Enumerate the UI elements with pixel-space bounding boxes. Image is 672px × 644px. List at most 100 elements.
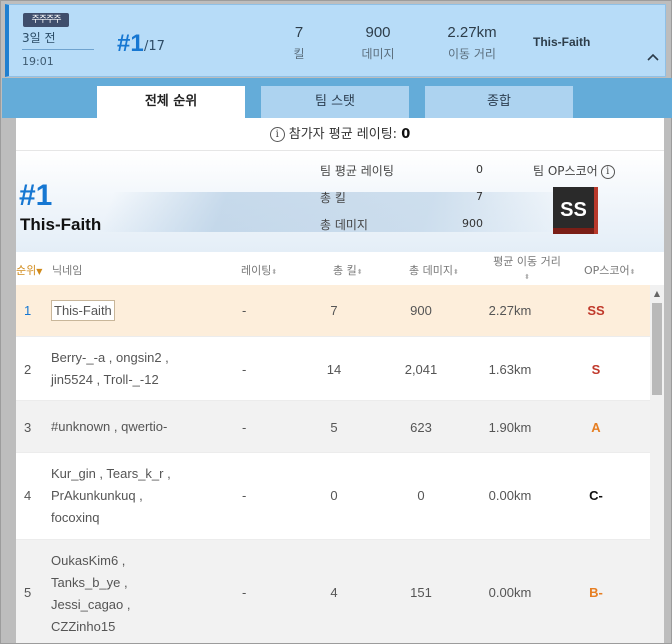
row-names: #unknown , qwertio- [51,416,167,438]
header-rating[interactable]: 레이팅⬍ [241,262,277,278]
vertical-scrollbar[interactable]: ▲ [650,285,664,643]
player-link[interactable]: OukasKim6 , [51,550,131,572]
sort-icon: ⬍ [356,268,363,276]
row-names: This-Faith [51,300,115,322]
damage-stat: 900 데미지 [353,24,403,62]
row-distance: 1.90km [488,420,532,435]
tab-team-stats[interactable]: 팀 스탯 [261,86,409,118]
rank-panel: i 참가자 평균 레이팅: 0 #1 This-Faith 팀 평균 레이팅 0 … [16,118,664,643]
row-rating: - [242,303,247,318]
distance-stat: 2.27km 이동 거리 [437,24,507,62]
team-damage-label: 총 데미지 [320,218,368,232]
row-rank: 4 [24,488,32,503]
row-op-score: A [591,420,601,435]
player-link[interactable]: jin5524 , Troll-_-12 [51,369,169,391]
header-name: 닉네임 [52,264,83,277]
row-rank: 3 [24,420,32,435]
kills-stat: 7 킬 [279,24,319,62]
match-rank-total: /17 [144,39,165,54]
tab-overall-rank[interactable]: 전체 순위 [97,86,245,118]
team-rank: #1 [19,179,53,212]
player-link[interactable]: PrAkunkunkuq , [51,485,171,507]
row-damage: 623 [410,420,432,435]
row-kills: 7 [330,303,338,318]
team-op-score-label: 팀 OP스코어 [533,164,598,178]
table-row[interactable]: 2 Berry-_-a , ongsin2 , jin5524 , Troll-… [16,337,650,401]
match-time: 19:01 [22,55,54,68]
match-summary[interactable]: 주주주주 3일 전 19:01 #1 /17 7 킬 900 데미지 2.27k… [5,4,666,77]
distance-value: 2.27km [447,24,497,41]
row-rating: - [242,585,247,600]
team-damage-value: 900 [462,217,483,230]
player-link[interactable]: This-Faith [51,300,115,321]
player-link[interactable]: #unknown , qwertio- [51,416,167,438]
row-op-score: S [591,362,601,377]
player-link[interactable]: Berry-_-a , ongsin2 , [51,347,169,369]
table-row[interactable]: 5 OukasKim6 , Tanks_b_ye , Jessi_cagao ,… [16,540,650,643]
sort-desc-icon: ▼ [36,267,43,276]
row-kills: 5 [330,420,338,435]
row-damage: 900 [410,303,432,318]
header-damage[interactable]: 총 데미지⬍ [409,262,459,278]
match-frame: 주주주주 3일 전 19:01 #1 /17 7 킬 900 데미지 2.27k… [0,0,672,644]
player-link[interactable]: CZZinho15 [51,616,131,638]
header-distance-label: 평균 이동 거리 [493,255,561,268]
info-icon[interactable]: i [600,164,615,179]
row-damage: 151 [410,585,432,600]
row-distance: 1.63km [488,362,532,377]
row-distance: 2.27km [488,303,532,318]
average-rating-label: 참가자 평균 레이팅: [288,127,398,142]
kills-label: 킬 [293,47,305,61]
info-icon[interactable]: i [269,127,285,142]
row-damage: 2,041 [404,362,438,377]
header-op-label: OP스코어 [584,264,630,277]
row-rating: - [242,362,247,377]
row-rank: 2 [24,362,32,377]
kills-value: 7 [294,24,304,41]
header-rank[interactable]: 순위▼ [16,262,42,278]
player-link[interactable]: Jessi_cagao , [51,594,131,616]
table-header: 순위▼ 닉네임 레이팅⬍ 총 킬⬍ 총 데미지⬍ 평균 이동 거리 ⬍ OP스코어… [16,252,664,285]
row-rank: 1 [24,303,32,318]
table-row[interactable]: 4 Kur_gin , Tears_k_r , PrAkunkunkuq , f… [16,453,650,540]
team-op-score-title: 팀 OP스코어 i [533,162,615,179]
match-rank: #1 [117,30,144,57]
mode-badge: 주주주주 [23,13,69,27]
average-rating: i 참가자 평균 레이팅: 0 [16,118,664,151]
row-op-score: SS [587,303,605,318]
op-grade-badge: SS [553,187,598,234]
match-ago: 3일 전 [22,31,56,45]
row-rating: - [242,488,247,503]
table-row[interactable]: 3 #unknown , qwertio- - 5 623 1.90km A [16,401,650,453]
row-names: Berry-_-a , ongsin2 , jin5524 , Troll-_-… [51,347,169,391]
player-link[interactable]: focoxinq [51,507,171,529]
damage-value: 900 [365,24,391,41]
row-damage: 0 [417,488,425,503]
sort-icon: ⬍ [629,268,636,276]
row-distance: 0.00km [488,488,532,503]
divider [22,49,94,50]
table-row[interactable]: 1 This-Faith - 7 900 2.27km SS [16,285,650,337]
header-rank-label: 순위 [16,264,37,277]
header-op-score[interactable]: OP스코어⬍ [584,262,636,278]
scrollbar-thumb[interactable] [652,303,662,395]
header-rating-label: 레이팅 [241,264,272,277]
row-distance: 0.00km [488,585,532,600]
header-damage-label: 총 데미지 [409,264,453,277]
row-kills: 14 [326,362,342,377]
chevron-up-icon[interactable] [641,50,665,74]
player-link[interactable]: Kur_gin , Tears_k_r , [51,463,171,485]
team-name: This-Faith [20,215,102,234]
row-op-score: B- [589,585,603,600]
player-name[interactable]: This-Faith [533,35,590,49]
scroll-up-icon[interactable]: ▲ [650,289,664,299]
tab-summary[interactable]: 종합 [425,86,573,118]
average-rating-value: 0 [401,127,411,142]
row-kills: 4 [330,585,338,600]
player-link[interactable]: Tanks_b_ye , [51,572,131,594]
row-names: OukasKim6 , Tanks_b_ye , Jessi_cagao , C… [51,550,131,638]
header-distance[interactable]: 평균 이동 거리 ⬍ [486,255,568,284]
header-kills[interactable]: 총 킬⬍ [333,262,363,278]
tab-strip: 전체 순위 팀 스탯 종합 [2,78,672,118]
damage-label: 데미지 [361,47,395,61]
